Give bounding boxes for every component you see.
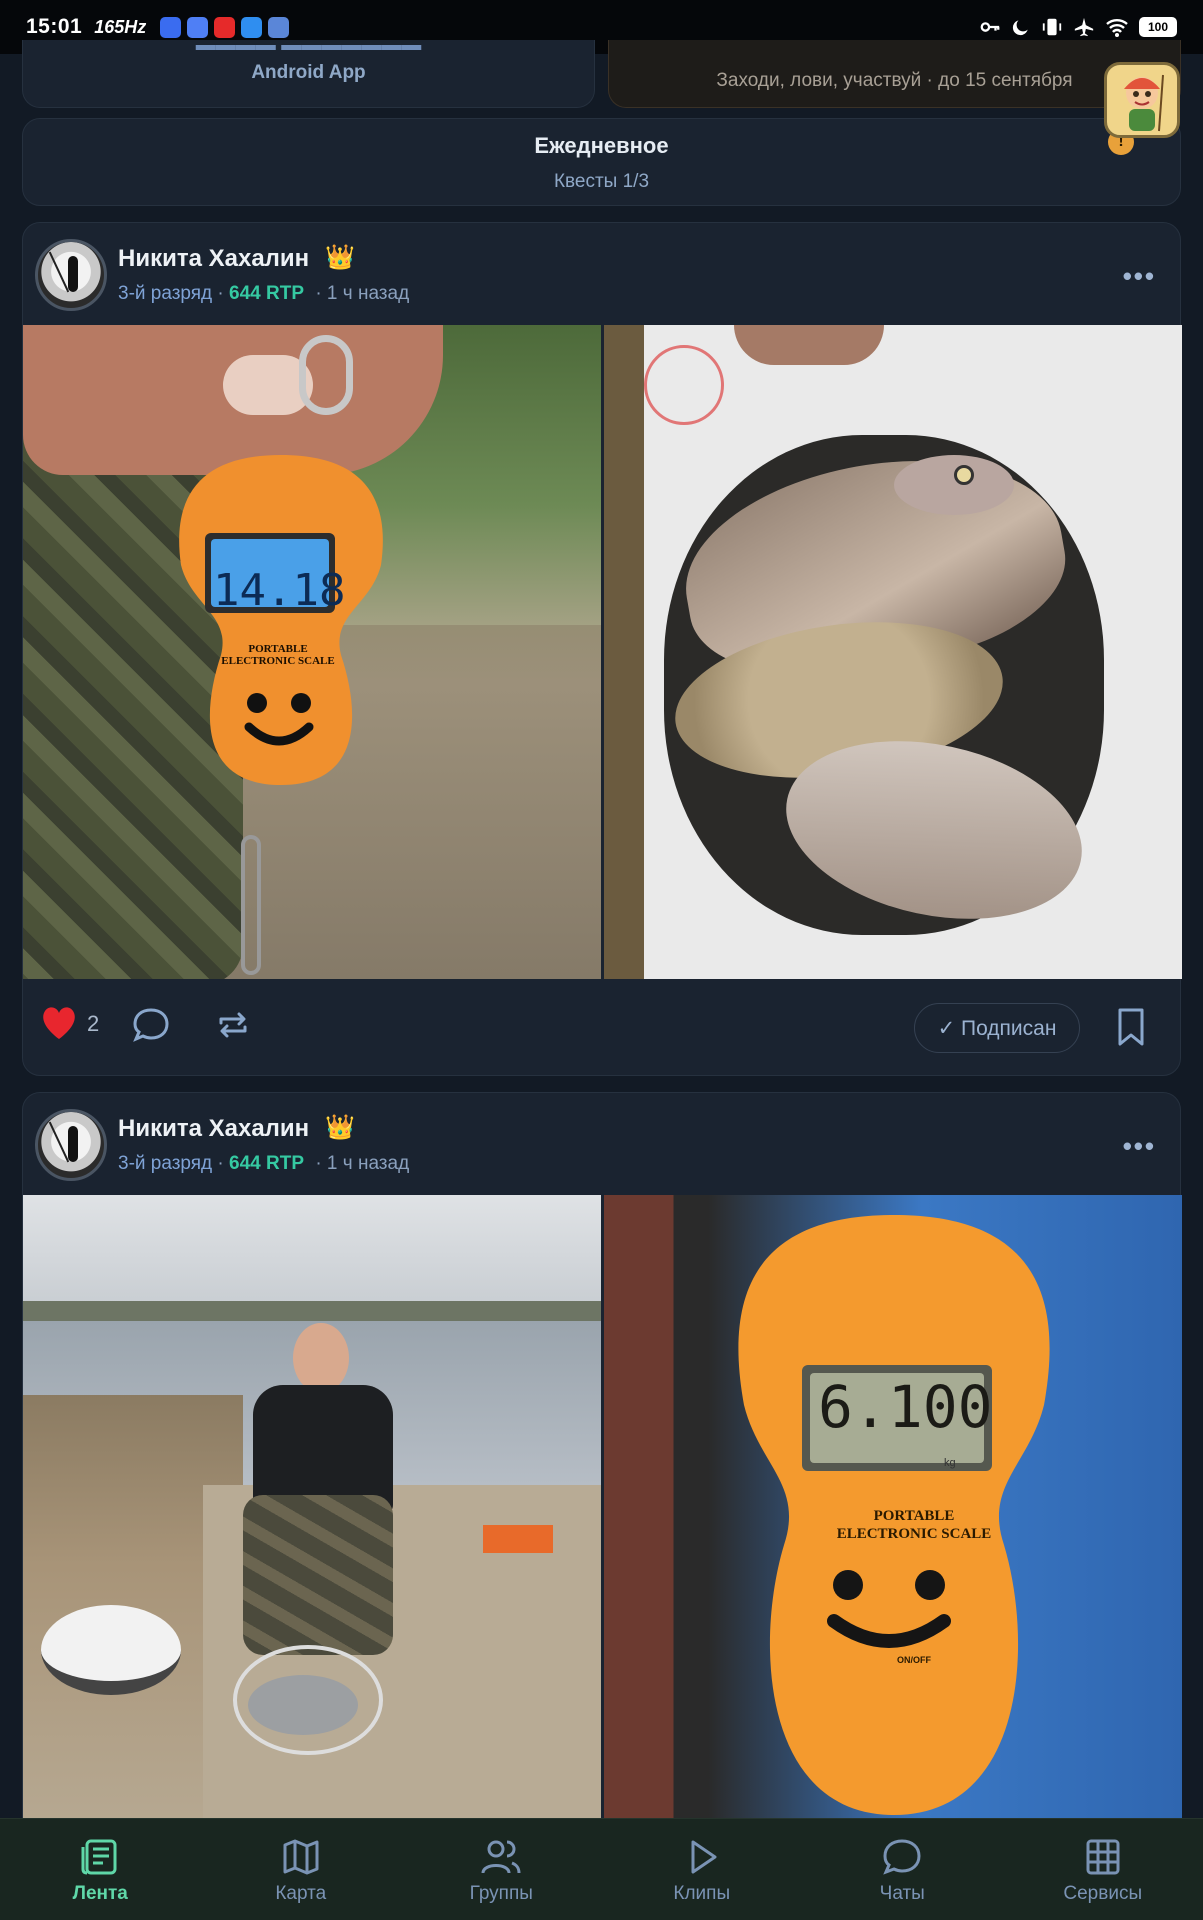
app-promo-card[interactable]: ▬▬▬▬ ▬▬▬▬▬▬▬ Android App [22, 34, 595, 108]
nav-label: Лента [72, 1883, 128, 1904]
post-card: Никита Хахалин 👑 3-й разряд · 644 RTP · … [22, 1092, 1182, 1852]
moon-icon [1012, 20, 1028, 36]
nav-label: Клипы [673, 1883, 731, 1904]
nav-groups[interactable]: Группы [401, 1819, 602, 1920]
post-time: 1 ч назад [326, 283, 410, 304]
comment-icon[interactable] [131, 1005, 171, 1045]
author-name[interactable]: Никита Хахалин [118, 245, 309, 273]
author-name[interactable]: Никита Хахалин [118, 1115, 309, 1143]
nav-map[interactable]: Карта [201, 1819, 402, 1920]
nav-services[interactable]: Сервисы [1003, 1819, 1203, 1920]
daily-subtitle: Квесты 1/3 [553, 171, 650, 192]
fisherman-mascot-icon [1124, 74, 1164, 132]
like-heart-icon[interactable] [39, 1003, 79, 1043]
scale-reading: 6.100 [818, 1373, 993, 1441]
daily-title: Ежедневное [534, 133, 669, 158]
key-icon [980, 22, 1000, 32]
vibrate-icon [1042, 18, 1062, 36]
rank-label: 3-й разряд [118, 1153, 213, 1174]
rtp-label: 644 RTP [229, 283, 305, 304]
crown-icon: 👑 [325, 1114, 355, 1141]
contest-subtitle: Заходи, лови, участвуй · до 15 сентября [716, 70, 1073, 91]
nav-label: Чаты [879, 1883, 925, 1904]
post-meta: 3-й разряд · 644 RTP · 1 ч назад [118, 283, 410, 304]
contest-promo-card[interactable]: Заходи, лови, участвуй · до 15 сентября [608, 40, 1181, 108]
post-photo[interactable]: 6.100 kg PORTABLE ELECTRONIC SCALE ON/OFF [604, 1195, 1182, 1821]
rank-label: 3-й разряд [118, 283, 213, 304]
crown-icon: 👑 [325, 244, 355, 271]
promo-title-cut: ▬▬▬▬ ▬▬▬▬▬▬▬ [195, 34, 422, 50]
scale-reading: 14.18 [213, 565, 346, 616]
promo-subtitle: Android App [251, 62, 366, 83]
onoff-label: ON/OFF [897, 1655, 931, 1665]
post-actions: 2 ✓ Подписан [23, 983, 1180, 1075]
subscribed-button[interactable]: ✓ Подписан [914, 1003, 1080, 1053]
rtp-label: 644 RTP [229, 1153, 305, 1174]
post-photo[interactable]: 14.18 PORTABLE ELECTRONIC SCALE [23, 325, 601, 979]
bottom-navigation: Лента Карта Группы Клипы Чаты Сервисы [0, 1818, 1203, 1920]
avatar[interactable] [35, 239, 107, 311]
mascot-button[interactable] [1104, 62, 1180, 138]
wifi-icon [1106, 19, 1128, 37]
scale-body [179, 455, 383, 785]
nav-label: Группы [469, 1883, 533, 1904]
nav-label: Сервисы [1063, 1883, 1143, 1904]
scale-unit: kg [944, 1457, 956, 1469]
scale-label: PORTABLE ELECTRONIC SCALE [836, 1508, 992, 1542]
daily-quests-card[interactable]: Ежедневное Квесты 1/3 ! [22, 118, 1181, 206]
grid-icon [1086, 1839, 1120, 1875]
play-icon [691, 1840, 717, 1874]
more-options-icon[interactable]: ••• [1123, 261, 1156, 292]
repost-icon[interactable] [213, 1005, 253, 1045]
post-card: Никита Хахалин 👑 3-й разряд · 644 RTP · … [22, 222, 1182, 1076]
post-photo[interactable] [604, 325, 1182, 979]
nav-clips[interactable]: Клипы [602, 1819, 803, 1920]
like-count: 2 [87, 1011, 100, 1036]
map-icon [283, 1839, 319, 1875]
chat-icon [883, 1839, 921, 1875]
battery-indicator: 100 [1139, 17, 1177, 37]
post-photo[interactable] [23, 1195, 601, 1821]
groups-icon [481, 1840, 521, 1874]
bookmark-icon[interactable] [1116, 1007, 1146, 1047]
post-time: 1 ч назад [326, 1153, 410, 1174]
scale-label: PORTABLE ELECTRONIC SCALE [221, 643, 335, 667]
nav-chats[interactable]: Чаты [802, 1819, 1003, 1920]
post-meta: 3-й разряд · 644 RTP · 1 ч назад [118, 1153, 410, 1174]
avatar[interactable] [35, 1109, 107, 1181]
feed-icon [81, 1839, 117, 1875]
airplane-icon [1074, 17, 1094, 37]
more-options-icon[interactable]: ••• [1123, 1131, 1156, 1162]
nav-label: Карта [275, 1883, 327, 1904]
nav-feed[interactable]: Лента [0, 1819, 201, 1920]
